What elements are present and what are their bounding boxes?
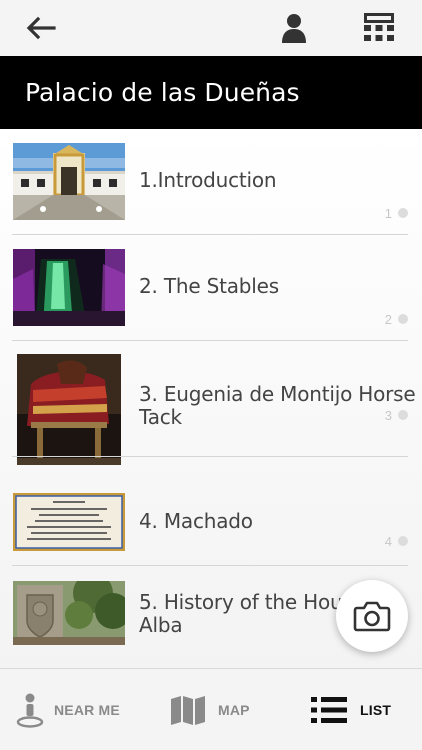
status-dot bbox=[398, 314, 408, 324]
nav-list[interactable]: LIST bbox=[311, 669, 391, 750]
user-icon bbox=[282, 14, 306, 43]
nav-near-me[interactable]: NEAR ME bbox=[16, 669, 120, 750]
list-item[interactable]: 4. Machado 4 bbox=[0, 457, 422, 566]
nav-map-label: MAP bbox=[218, 702, 250, 718]
map-icon bbox=[171, 696, 205, 725]
stop-title: 4. Machado bbox=[139, 509, 253, 533]
bottom-nav: NEAR ME MAP LIST bbox=[0, 668, 422, 750]
back-button[interactable] bbox=[19, 6, 63, 50]
list-item[interactable]: 2. The Stables 2 bbox=[0, 235, 422, 341]
stop-number: 2 bbox=[384, 312, 392, 327]
status-dot bbox=[398, 410, 408, 420]
nav-near-me-label: NEAR ME bbox=[54, 702, 120, 718]
stop-number: 4 bbox=[384, 534, 392, 549]
stop-number: 3 bbox=[384, 408, 392, 423]
nav-map[interactable]: MAP bbox=[170, 669, 250, 750]
top-bar bbox=[0, 0, 422, 56]
keypad-button[interactable] bbox=[357, 6, 401, 50]
profile-button[interactable] bbox=[272, 6, 316, 50]
nav-list-label: LIST bbox=[360, 702, 392, 718]
stop-thumbnail bbox=[17, 354, 121, 465]
stop-thumbnail bbox=[13, 143, 125, 220]
stop-title: 3. Eugenia de Montijo Horse Tack bbox=[139, 382, 416, 429]
arrow-left-icon bbox=[26, 16, 56, 40]
keypad-icon bbox=[364, 13, 394, 41]
stop-thumbnail bbox=[13, 249, 125, 326]
list-item[interactable]: 3. Eugenia de Montijo Horse Tack 3 bbox=[0, 341, 422, 465]
title-bar: Palacio de las Dueñas bbox=[0, 56, 422, 129]
stop-title: 2. The Stables bbox=[139, 274, 279, 298]
status-dot bbox=[398, 208, 408, 218]
list-icon bbox=[311, 697, 347, 723]
location-pin-icon bbox=[16, 693, 44, 728]
list-item[interactable]: 1.Introduction 1 bbox=[0, 129, 422, 235]
stop-thumbnail bbox=[13, 581, 125, 645]
page-title: Palacio de las Dueñas bbox=[25, 78, 300, 107]
stop-number: 1 bbox=[384, 206, 392, 221]
stop-title: 1.Introduction bbox=[139, 168, 277, 192]
stop-thumbnail bbox=[13, 493, 125, 551]
status-dot bbox=[398, 536, 408, 546]
camera-icon bbox=[353, 601, 391, 632]
camera-button[interactable] bbox=[336, 580, 408, 652]
